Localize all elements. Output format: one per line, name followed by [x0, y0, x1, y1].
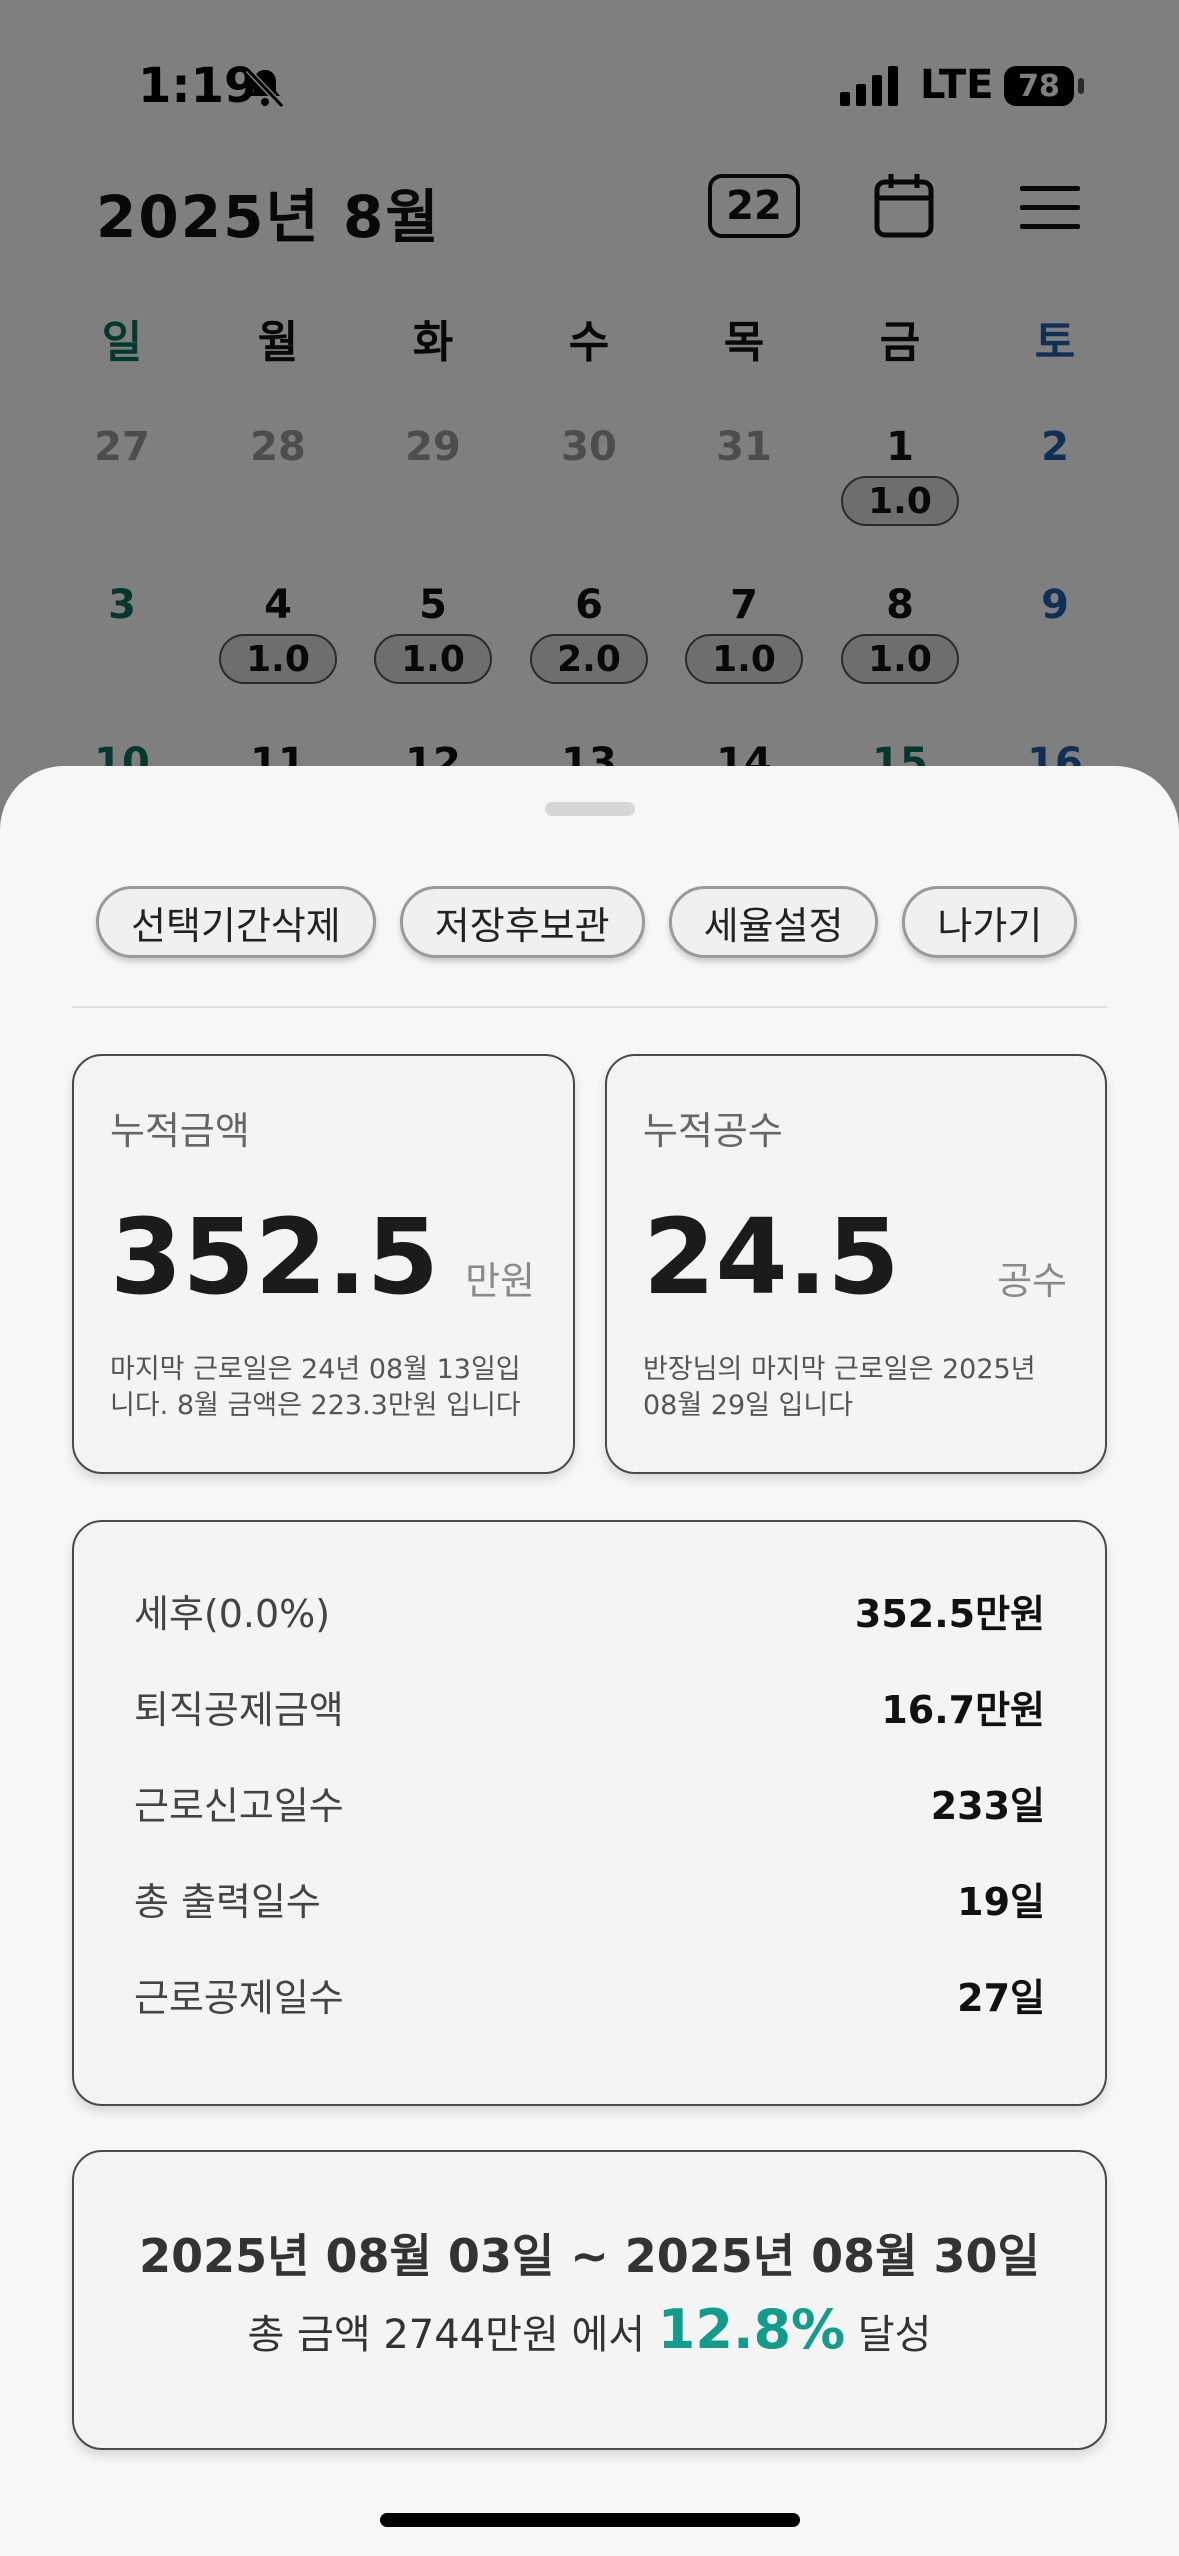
amount-note: 마지막 근로일은 24년 08월 13일입니다. 8월 금액은 223.3만원 … — [110, 1354, 521, 1421]
exit-button[interactable]: 나가기 — [902, 886, 1078, 958]
achievement-line: 총 금액 2744만원 에서 12.8% 달성 — [74, 2298, 1105, 2361]
stat-label: 근로공제일수 — [134, 1975, 344, 2020]
stat-label: 퇴직공제금액 — [134, 1687, 344, 1732]
stat-value: 352.5만원 — [854, 1591, 1045, 1636]
work-count-value: 24.5 — [643, 1196, 900, 1318]
stat-value: 27일 — [957, 1975, 1045, 2020]
stat-value: 16.7만원 — [881, 1687, 1045, 1732]
period-range: 2025년 08월 03일 ~ 2025년 08월 30일 — [139, 2229, 1040, 2283]
total-amount-text: 총 금액 2744만원 에서 — [247, 2312, 646, 2358]
stat-value: 233일 — [930, 1783, 1045, 1828]
stat-row-after-tax: 세후(0.0%) 352.5만원 — [134, 1580, 1045, 1640]
home-indicator[interactable] — [380, 2513, 800, 2527]
sheet-grabber[interactable] — [545, 802, 635, 816]
achievement-suffix: 달성 — [857, 2312, 932, 2358]
stat-row-retirement-deduction: 퇴직공제금액 16.7만원 — [134, 1676, 1045, 1736]
amount-unit: 만원 — [465, 1259, 535, 1303]
period-summary-card: 2025년 08월 03일 ~ 2025년 08월 30일 총 금액 2744만… — [72, 2150, 1107, 2450]
stat-row-deduction-days: 근로공제일수 27일 — [134, 1964, 1045, 2024]
stats-card: 세후(0.0%) 352.5만원 퇴직공제금액 16.7만원 근로신고일수 23… — [72, 1520, 1107, 2106]
stat-label: 근로신고일수 — [134, 1783, 344, 1828]
divider — [72, 1006, 1107, 1008]
stat-value: 19일 — [957, 1879, 1045, 1924]
stat-label: 세후(0.0%) — [134, 1591, 331, 1636]
work-count-note: 반장님의 마지막 근로일은 2025년 08월 29일 입니다 — [643, 1354, 1036, 1421]
work-count-unit: 공수 — [997, 1259, 1067, 1303]
summary-bottom-sheet: 선택기간삭제 저장후보관 세율설정 나가기 누적금액 352.5 만원 마지막 … — [0, 766, 1179, 2556]
amount-value: 352.5 — [110, 1196, 439, 1318]
stat-row-reported-days: 근로신고일수 233일 — [134, 1772, 1045, 1832]
stat-label: 총 출력일수 — [134, 1879, 321, 1924]
work-count-card: 누적공수 24.5 공수 반장님의 마지막 근로일은 2025년 08월 29일… — [605, 1054, 1107, 1474]
amount-label: 누적금액 — [110, 1109, 250, 1153]
delete-range-button[interactable]: 선택기간삭제 — [96, 886, 376, 958]
action-bar: 선택기간삭제 저장후보관 세율설정 나가기 — [96, 886, 1078, 958]
save-archive-button[interactable]: 저장후보관 — [399, 886, 645, 958]
stat-row-total-days: 총 출력일수 19일 — [134, 1868, 1045, 1928]
tax-settings-button[interactable]: 세율설정 — [668, 886, 879, 958]
amount-card: 누적금액 352.5 만원 마지막 근로일은 24년 08월 13일입니다. 8… — [72, 1054, 575, 1474]
achievement-percent: 12.8% — [657, 2298, 846, 2361]
work-count-label: 누적공수 — [643, 1109, 783, 1153]
